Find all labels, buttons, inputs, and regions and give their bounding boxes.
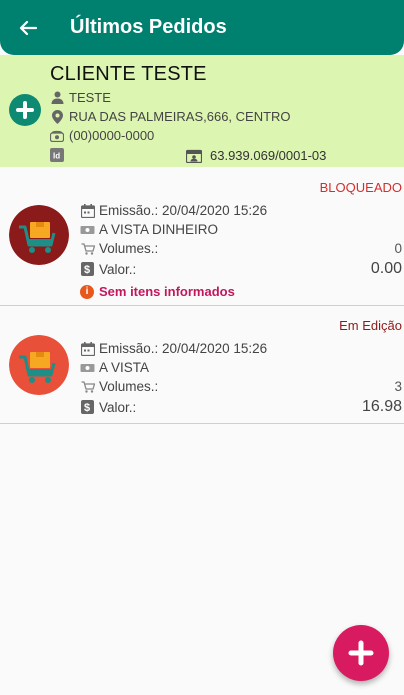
svg-text:Id: Id bbox=[53, 152, 60, 161]
order-emissao-row: Emissão.: 20/04/2020 15:26 bbox=[80, 341, 402, 356]
client-contact-row: TESTE bbox=[50, 90, 111, 105]
order-item[interactable]: BLOQUEADO Emissão.: 20/04/2020 15:26 A V… bbox=[0, 168, 404, 306]
order-payment-row: A VISTA DINHEIRO bbox=[80, 222, 402, 237]
dollar-icon: $ bbox=[80, 400, 95, 414]
order-volumes-row: Volumes.: 3 bbox=[80, 379, 402, 394]
payment-method: A VISTA bbox=[99, 360, 150, 375]
money-icon bbox=[80, 223, 95, 237]
client-phone-row: (00)0000-0000 bbox=[50, 128, 154, 143]
id-card-icon bbox=[186, 149, 202, 163]
cart-icon bbox=[80, 380, 95, 394]
volumes-label: Volumes.: bbox=[99, 379, 159, 394]
warning-text: Sem itens informados bbox=[99, 284, 235, 299]
info-icon: i bbox=[80, 284, 94, 299]
order-status: Em Edição bbox=[339, 318, 402, 333]
cart-icon bbox=[80, 242, 95, 256]
client-name: CLIENTE TESTE bbox=[50, 63, 207, 85]
calendar-icon bbox=[80, 341, 95, 356]
new-order-button[interactable] bbox=[333, 625, 389, 681]
order-warning: i Sem itens informados bbox=[80, 284, 235, 299]
order-status: BLOQUEADO bbox=[319, 180, 402, 195]
back-button[interactable] bbox=[0, 0, 56, 55]
id-icon: Id bbox=[50, 148, 64, 162]
cart-avatar-icon bbox=[9, 335, 69, 395]
order-valor-row: $ Valor.: 0.00 bbox=[80, 260, 402, 278]
cart-avatar-icon bbox=[9, 205, 69, 265]
plus-icon bbox=[348, 640, 374, 666]
app-bar: Últimos Pedidos bbox=[0, 0, 404, 55]
order-valor-row: $ Valor.: 16.98 bbox=[80, 398, 402, 416]
dollar-icon: $ bbox=[80, 262, 95, 276]
calendar-icon bbox=[80, 203, 95, 218]
volumes-value: 0 bbox=[394, 241, 402, 256]
order-volumes-row: Volumes.: 0 bbox=[80, 241, 402, 256]
valor-value: 0.00 bbox=[370, 260, 402, 277]
order-payment-row: A VISTA bbox=[80, 360, 402, 375]
add-client-button[interactable] bbox=[9, 94, 41, 126]
client-phone: (00)0000-0000 bbox=[69, 128, 155, 143]
page-title: Últimos Pedidos bbox=[70, 16, 227, 38]
emissao-label: Emissão.: bbox=[99, 203, 159, 218]
client-address-row: RUA DAS PALMEIRAS,666, CENTRO bbox=[50, 109, 291, 124]
svg-text:$: $ bbox=[84, 264, 90, 276]
emissao-date: 20/04/2020 15:26 bbox=[162, 203, 268, 218]
order-item[interactable]: Em Edição Emissão.: 20/04/2020 15:26 A V… bbox=[0, 306, 404, 424]
client-cnpj-row: 63.939.069/0001-03 bbox=[186, 148, 326, 163]
person-icon bbox=[50, 91, 64, 105]
client-address: RUA DAS PALMEIRAS,666, CENTRO bbox=[69, 109, 291, 124]
arrow-left-icon bbox=[19, 20, 37, 35]
plus-icon bbox=[16, 101, 34, 119]
order-emissao-row: Emissão.: 20/04/2020 15:26 bbox=[80, 203, 402, 218]
client-id-row: Id bbox=[50, 148, 69, 162]
svg-text:$: $ bbox=[84, 402, 90, 414]
money-icon bbox=[80, 361, 95, 375]
valor-value: 16.98 bbox=[361, 398, 402, 415]
payment-method: A VISTA DINHEIRO bbox=[99, 222, 219, 237]
location-pin-icon bbox=[50, 109, 64, 124]
valor-label: Valor.: bbox=[99, 399, 137, 415]
emissao-date: 20/04/2020 15:26 bbox=[162, 341, 268, 356]
valor-label: Valor.: bbox=[99, 261, 137, 277]
client-cnpj: 63.939.069/0001-03 bbox=[210, 148, 327, 163]
volumes-label: Volumes.: bbox=[99, 241, 159, 256]
volumes-value: 3 bbox=[394, 379, 402, 394]
client-contact: TESTE bbox=[69, 90, 111, 105]
emissao-label: Emissão.: bbox=[99, 341, 159, 356]
client-card[interactable]: CLIENTE TESTE TESTE RUA DAS PALMEIRAS,66… bbox=[0, 55, 404, 167]
phone-icon bbox=[50, 129, 64, 143]
